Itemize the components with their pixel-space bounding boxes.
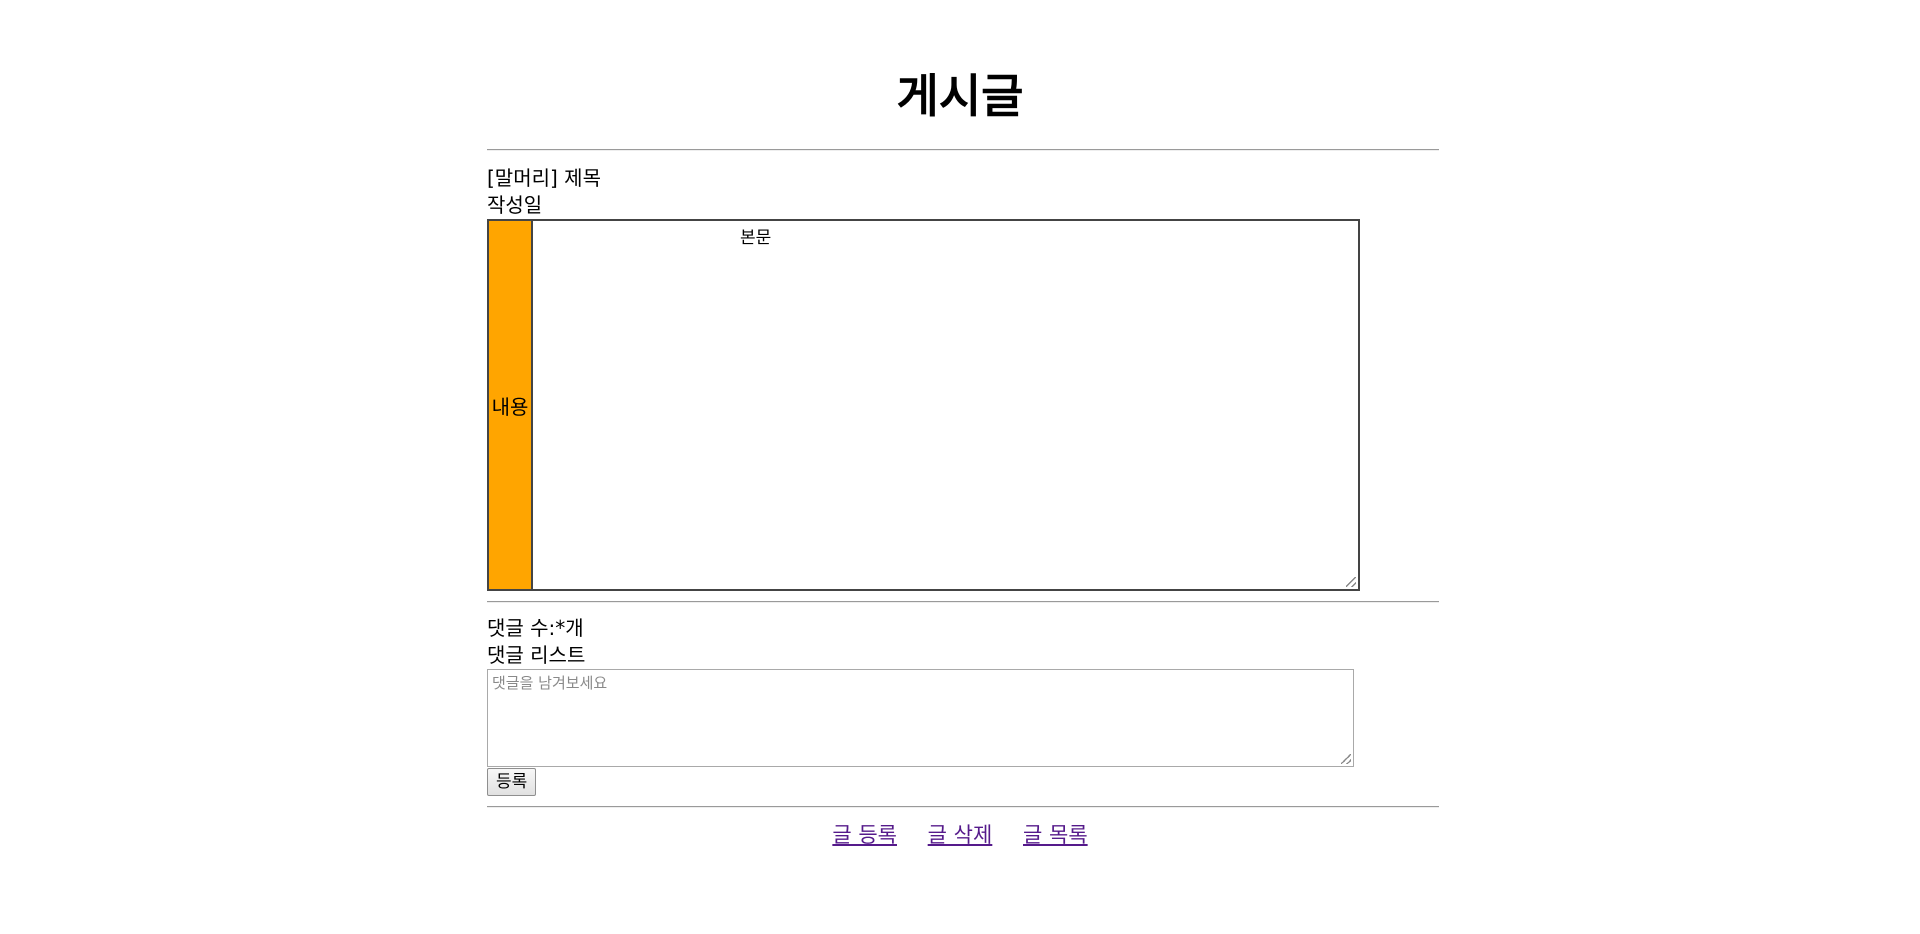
comment-input[interactable]: 댓글을 남겨보세요 — [487, 669, 1354, 767]
link-register-post[interactable]: 글 등록 — [832, 823, 897, 847]
content-label: 내용 — [489, 221, 533, 589]
post-header: [말머리] 제목 — [487, 166, 601, 190]
comment-submit-button[interactable]: 등록 — [487, 768, 537, 796]
page-title: 게시글 — [896, 69, 1024, 123]
comment-input-placeholder: 댓글을 남겨보세요 — [492, 674, 608, 692]
post-date: 작성일 — [487, 193, 543, 217]
divider-bottom — [487, 806, 1439, 808]
post-content: [말머리] 제목 작성일 내용 본문 댓글 수:*개 댓글 리스트 댓글을 남겨… — [487, 149, 1439, 808]
comment-count: 댓글 수:*개 — [487, 616, 584, 640]
link-post-list[interactable]: 글 목록 — [1023, 823, 1088, 847]
link-delete-post[interactable]: 글 삭제 — [928, 823, 993, 847]
post-body-table: 내용 본문 — [487, 219, 1360, 591]
page: 게시글 [말머리] 제목 작성일 내용 본문 댓글 수:*개 댓글 리스트 댓글… — [0, 0, 1920, 934]
post-body-textarea[interactable]: 본문 — [533, 221, 1358, 589]
resize-grip-icon[interactable] — [1346, 577, 1356, 587]
resize-grip-icon[interactable] — [1341, 754, 1351, 764]
post-body-text: 본문 — [740, 228, 772, 248]
comment-list-label: 댓글 리스트 — [487, 643, 586, 667]
footer-links: 글 등록 글 삭제 글 목록 — [0, 819, 1920, 849]
